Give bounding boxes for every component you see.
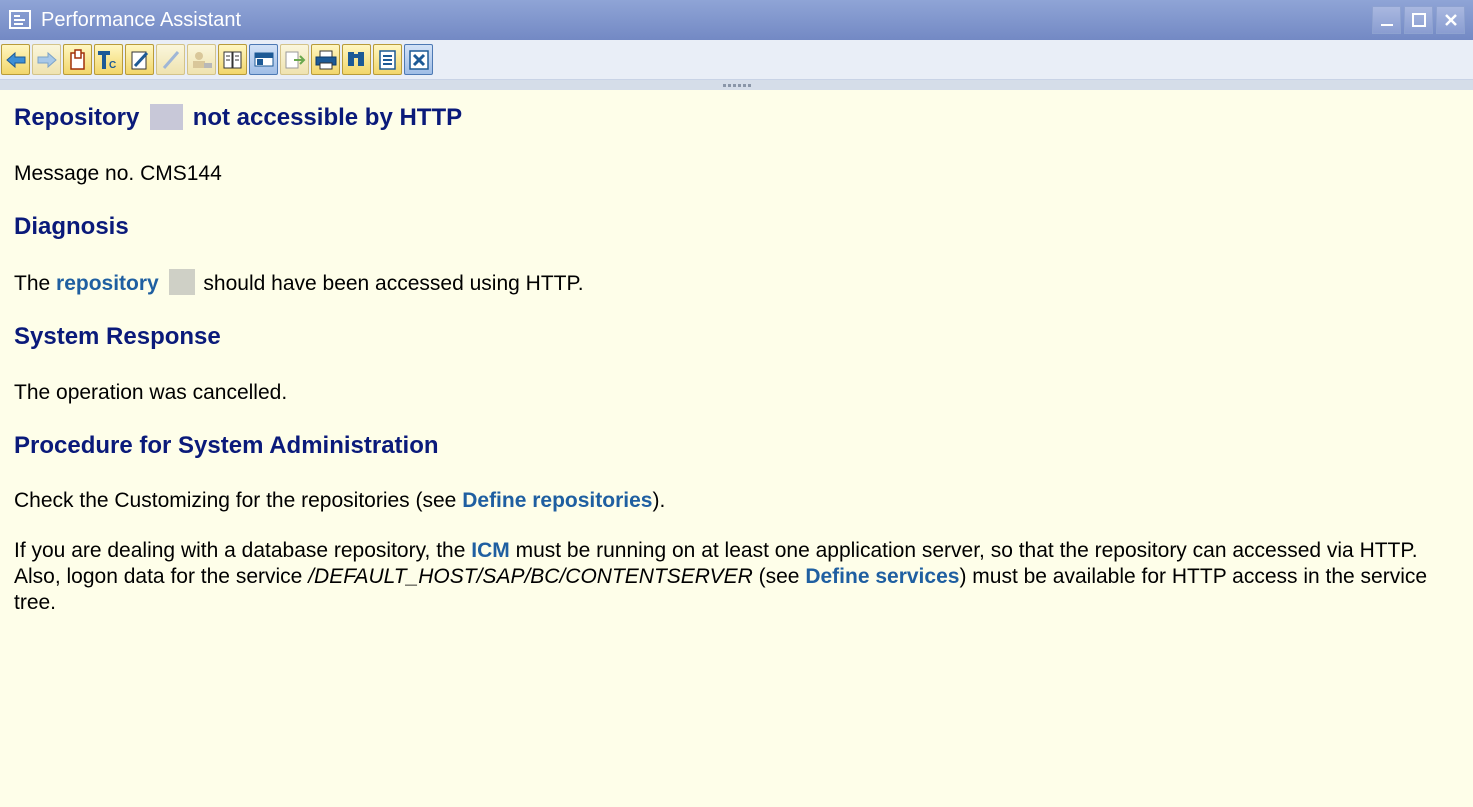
book-icon	[223, 51, 241, 68]
diagnosis-text: The repository should have been accessed…	[14, 269, 1459, 297]
splitter-handle[interactable]	[0, 80, 1473, 90]
grip-icon	[722, 83, 751, 87]
window-title: Performance Assistant	[41, 8, 242, 31]
icm-link[interactable]: ICM	[471, 539, 510, 562]
title-bar: Performance Assistant	[0, 0, 1473, 40]
minimize-button[interactable]	[1372, 6, 1401, 34]
close-window-button[interactable]	[1436, 6, 1465, 34]
message-number: Message no. CMS144	[14, 162, 222, 185]
procedure-heading: Procedure for System Administration	[14, 432, 439, 459]
close-help-button[interactable]	[404, 44, 433, 75]
export-button[interactable]	[280, 44, 309, 75]
settings-button[interactable]	[373, 44, 402, 75]
minimize-icon	[1380, 24, 1393, 26]
export-icon	[285, 51, 305, 68]
diagnosis-heading: Diagnosis	[14, 213, 129, 240]
forward-button[interactable]	[32, 44, 61, 75]
edit-button[interactable]	[125, 44, 154, 75]
close-icon	[1444, 14, 1457, 26]
navigate-button[interactable]	[249, 44, 278, 75]
define-repositories-link[interactable]: Define repositories	[462, 489, 652, 512]
document-button[interactable]	[63, 44, 92, 75]
print-button[interactable]	[311, 44, 340, 75]
system-response-heading: System Response	[14, 323, 221, 350]
maximize-icon	[1411, 13, 1426, 27]
maximize-button[interactable]	[1404, 6, 1433, 34]
message-title: Repository not accessible by HTTP	[14, 103, 463, 131]
procedure-paragraph-2: If you are dealing with a database repos…	[14, 539, 1428, 614]
placeholder-field	[150, 103, 184, 130]
person-icon	[192, 51, 212, 68]
toolbar: C	[0, 40, 1473, 80]
find-button[interactable]	[342, 44, 371, 75]
back-button[interactable]	[1, 44, 30, 75]
procedure-paragraph-1: Check the Customizing for the repositori…	[14, 489, 666, 512]
svg-text:C: C	[109, 60, 116, 71]
system-response-text: The operation was cancelled.	[14, 381, 288, 404]
close-icon	[408, 49, 429, 70]
arrow-left-icon	[5, 51, 25, 68]
technical-info-icon: C	[97, 50, 116, 71]
placeholder-field	[168, 269, 195, 296]
technical-info-button[interactable]: C	[94, 44, 123, 75]
list-icon	[378, 49, 396, 70]
edit-pencil-icon	[131, 51, 148, 69]
define-services-link[interactable]: Define services	[805, 565, 959, 588]
pencil-icon	[162, 50, 179, 69]
arrow-right-icon	[37, 51, 57, 68]
window-menu-icon[interactable]	[9, 9, 35, 31]
edit-disabled-button[interactable]	[156, 44, 185, 75]
person-button[interactable]	[187, 44, 216, 75]
book-button[interactable]	[218, 44, 247, 75]
binoculars-icon	[347, 51, 364, 66]
window-controls	[1372, 6, 1465, 34]
document-icon	[69, 48, 85, 70]
repository-link[interactable]: repository	[56, 272, 159, 295]
printer-icon	[315, 50, 336, 69]
navigation-icon	[254, 52, 273, 66]
